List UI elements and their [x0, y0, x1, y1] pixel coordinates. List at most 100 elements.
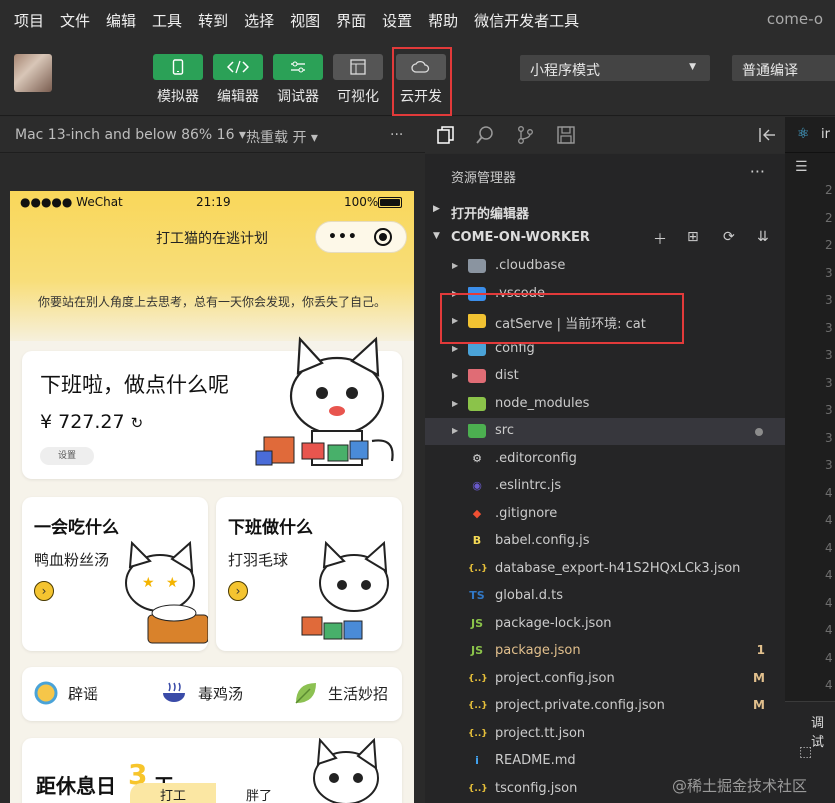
menu-tools[interactable]: 工具 [152, 10, 182, 31]
status-bar: ●●●●● WeChat 21:19 100% [10, 191, 414, 213]
code-icon[interactable] [213, 54, 263, 80]
menu-file[interactable]: 文件 [60, 10, 90, 31]
git-status-badge: M [753, 670, 765, 685]
device-select[interactable]: Mac 13-inch and below 86% 16 ▾ [15, 127, 246, 143]
collapse-panel-icon[interactable] [757, 125, 777, 145]
chevron-right-icon[interactable]: › [228, 581, 248, 601]
mode-select[interactable]: 小程序模式 ▼ [520, 55, 710, 81]
menu-help[interactable]: 帮助 [428, 10, 458, 31]
menu-select[interactable]: 选择 [244, 10, 274, 31]
menu-view[interactable]: 视图 [290, 10, 320, 31]
svg-text:★: ★ [166, 575, 179, 591]
new-folder-icon[interactable]: ⊞ [687, 229, 699, 245]
simulator-more-button[interactable]: ··· [390, 127, 403, 143]
git-status-badge: 1 [756, 643, 765, 657]
settings-button[interactable]: 设置 [40, 447, 94, 465]
menu-interface[interactable]: 界面 [336, 10, 366, 31]
file-row[interactable]: {..} database_export-h41S2HQxLCk3.json [425, 556, 785, 583]
simulator-tool[interactable]: 模拟器 [153, 54, 203, 106]
file-name: project.tt.json [495, 725, 586, 741]
file-row[interactable]: Bbabel.config.js [425, 528, 785, 555]
layout-icon[interactable] [333, 54, 383, 80]
debug-tab[interactable]: 调试 [811, 712, 835, 750]
close-circle-icon[interactable] [374, 228, 392, 246]
collapse-all-icon[interactable]: ⇊ [757, 229, 769, 245]
avatar[interactable] [14, 54, 52, 92]
quick-link-life-tips[interactable]: 生活妙招 [328, 683, 388, 704]
editor-tab-label: ir [821, 127, 830, 142]
inspect-icon[interactable]: ⬚ [799, 744, 812, 760]
file-type-icon: {..} [468, 701, 488, 711]
file-row[interactable]: JS package.json 1 [425, 638, 785, 665]
open-editors-section[interactable]: ▶ 打开的编辑器 [425, 199, 785, 223]
line-number: 2 [825, 238, 833, 252]
file-name: .eslintrc.js [495, 478, 562, 493]
file-row[interactable]: {..} project.config.json M [425, 666, 785, 693]
file-row[interactable]: {..} project.private.config.json M [425, 693, 785, 720]
line-number: 3 [825, 403, 833, 417]
outline-list-icon[interactable]: ☰ [795, 159, 808, 175]
visual-tool[interactable]: 可视化 [333, 54, 383, 106]
sliders-icon[interactable] [273, 54, 323, 80]
chevron-right-icon: ▶ [452, 398, 459, 408]
refresh-icon[interactable]: ⟳ [723, 229, 735, 245]
line-number: 3 [825, 293, 833, 307]
source-control-icon[interactable] [515, 125, 535, 145]
file-row[interactable]: TS global.d.ts [425, 583, 785, 610]
folder-row[interactable]: ▶ .cloudbase [425, 253, 785, 280]
new-file-icon[interactable]: ＋ [653, 229, 667, 249]
phone-icon[interactable] [153, 54, 203, 80]
tab-work[interactable]: 打工 [130, 783, 216, 803]
tab-fat[interactable]: 胖了 [216, 783, 302, 803]
file-row[interactable]: i README.md [425, 748, 785, 775]
editor-tool[interactable]: 编辑器 [213, 54, 263, 106]
line-number: 2 [825, 210, 833, 225]
more-dots-icon[interactable]: ••• [328, 229, 358, 245]
phone-screen[interactable]: ●●●●● WeChat 21:19 100% 打工猫的在逃计划 ••• 你要站… [10, 191, 414, 803]
folder-row[interactable]: ▶ dist [425, 363, 785, 390]
file-type-icon: TS [469, 589, 485, 602]
capsule-menu[interactable]: ••• [315, 221, 407, 253]
file-row[interactable]: ⚙ .editorconfig [425, 446, 785, 473]
file-name: .editorconfig [495, 450, 577, 466]
chevron-right-icon[interactable]: › [34, 581, 54, 601]
do-card[interactable]: 下班做什么 打羽毛球 › [216, 497, 402, 651]
folder-row[interactable]: ▶ node_modules [425, 391, 785, 418]
line-number: 4 [825, 650, 833, 665]
menu-goto[interactable]: 转到 [198, 10, 228, 31]
leaf-icon[interactable] [292, 679, 320, 707]
hot-reload-toggle[interactable]: 热重载 开 ▾ [246, 127, 318, 147]
storage-icon[interactable] [556, 125, 576, 145]
editor-tab[interactable]: ⚛ ir [785, 117, 835, 153]
file-row[interactable]: ◆ .gitignore [425, 501, 785, 528]
menu-project[interactable]: 项目 [14, 10, 44, 31]
refresh-icon[interactable]: ↻ [131, 414, 144, 432]
line-number: 4 [825, 678, 833, 692]
compile-select[interactable]: 普通编译 [732, 55, 835, 81]
files-icon[interactable] [436, 125, 456, 145]
file-row[interactable]: {..} project.tt.json [425, 721, 785, 748]
quick-link-chicken-soup[interactable]: 毒鸡汤 [198, 683, 243, 704]
file-row[interactable]: JS package-lock.json [425, 611, 785, 638]
menu-wechat-devtools[interactable]: 微信开发者工具 [474, 10, 579, 31]
line-number: 4 [825, 623, 833, 637]
quick-link-rumor[interactable]: 辟谣 [68, 683, 98, 704]
folder-row[interactable]: ▶ src [425, 418, 785, 445]
file-row[interactable]: ◉ .eslintrc.js [425, 473, 785, 500]
line-number: 2 [825, 183, 833, 197]
line-number: 3 [825, 375, 833, 390]
project-section[interactable]: ▼ COME-ON-WORKER ＋ ⊞ ⟳ ⇊ [425, 226, 785, 250]
sun-icon[interactable] [32, 679, 60, 707]
search-icon[interactable] [475, 125, 495, 145]
soup-bowl-icon[interactable] [160, 679, 188, 707]
debugger-tool[interactable]: 调试器 [273, 54, 323, 106]
eat-card[interactable]: 一会吃什么 鸭血粉丝汤 › ★ ★ [22, 497, 208, 651]
main-card[interactable]: 下班啦，做点什么呢 ¥ 727.27 ↻ 设置 [22, 336, 402, 479]
file-name: tsconfig.json [495, 780, 578, 796]
explorer-more-button[interactable]: ··· [750, 162, 765, 181]
menu-edit[interactable]: 编辑 [106, 10, 136, 31]
file-explorer: 资源管理器 ··· ▶ 打开的编辑器 ▼ COME-ON-WORKER ＋ ⊞ … [425, 154, 785, 803]
main-card-title: 下班啦，做点什么呢 [40, 373, 229, 397]
chevron-right-icon: ▶ [452, 426, 459, 435]
menu-settings[interactable]: 设置 [382, 10, 412, 31]
